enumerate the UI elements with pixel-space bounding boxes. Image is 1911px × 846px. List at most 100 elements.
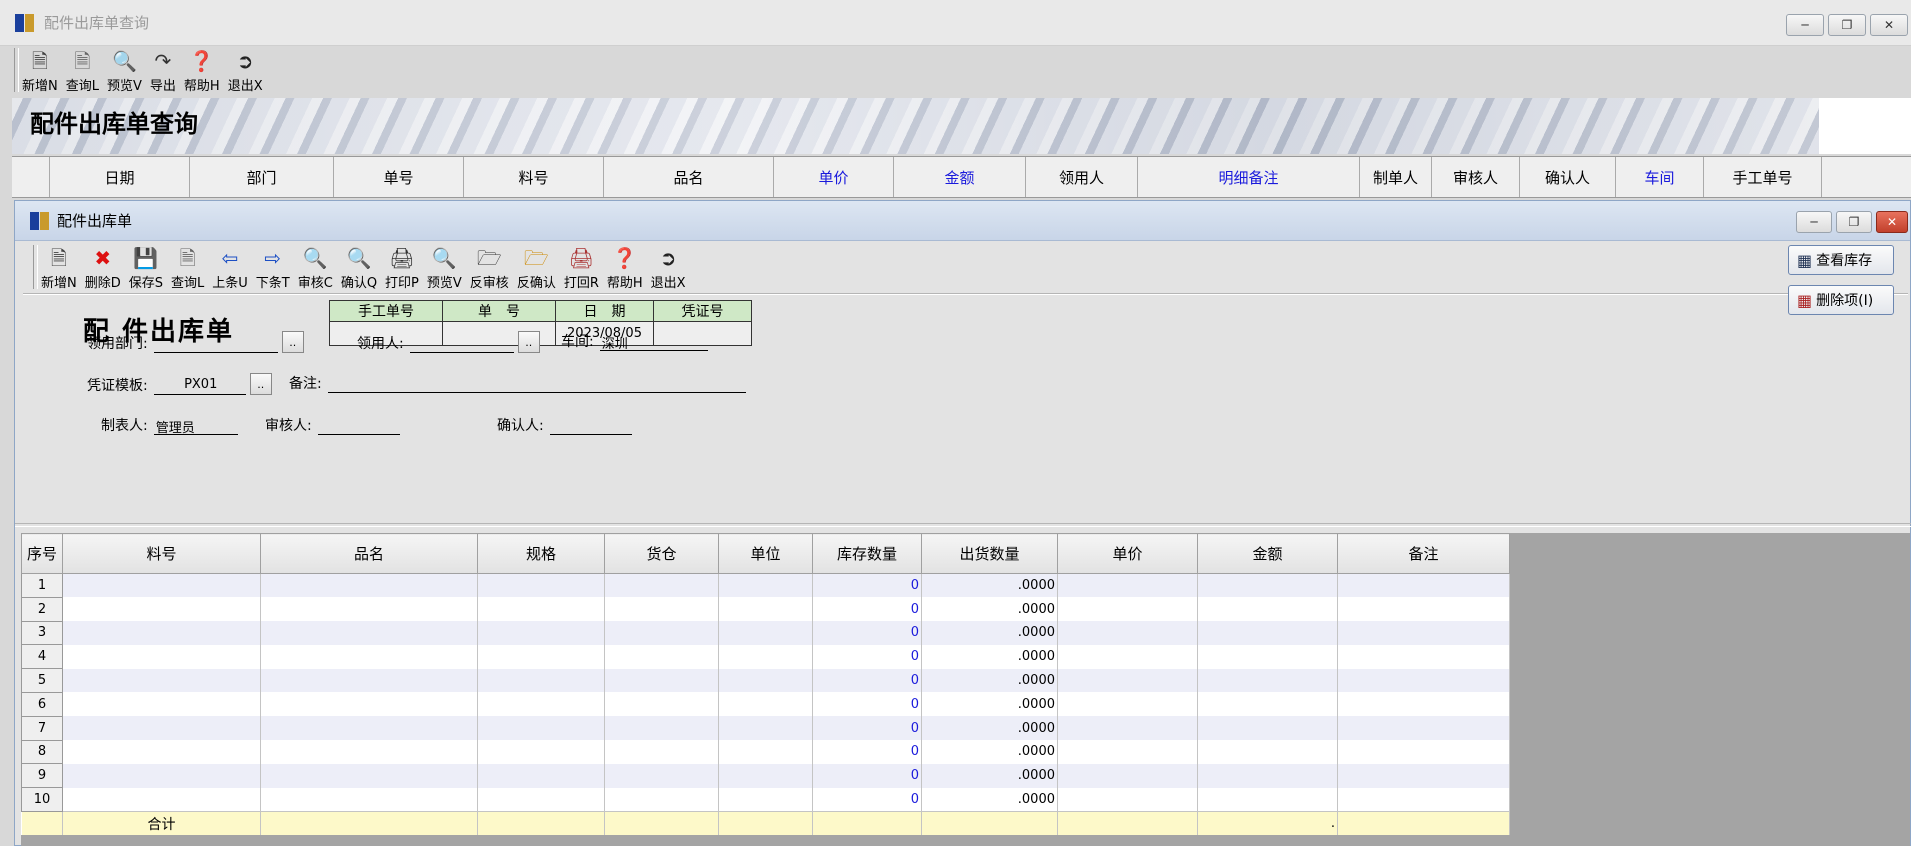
grid-row[interactable]: 3 0.0000 <box>21 620 1510 646</box>
inner-toolbar-button-11[interactable]: 🗁 反确认 <box>513 245 560 292</box>
dept-input[interactable] <box>153 335 278 353</box>
auditor-input[interactable] <box>317 417 400 435</box>
grid-cell[interactable] <box>1057 621 1198 645</box>
grid-cell[interactable] <box>477 716 605 741</box>
outer-column-header[interactable]: 部门 <box>190 157 334 197</box>
grid-cell[interactable] <box>260 597 478 622</box>
template-input[interactable]: PX01 <box>153 377 246 395</box>
grid-cell[interactable] <box>1057 573 1198 598</box>
grid-cell[interactable]: .0000 <box>921 716 1058 741</box>
grid-cell[interactable]: 0 <box>812 621 922 645</box>
grid-cell[interactable] <box>604 763 719 788</box>
grid-cell[interactable] <box>477 573 605 598</box>
grid-row[interactable]: 2 0.0000 <box>21 596 1510 622</box>
outer-toolbar-button-5[interactable]: ➲ 退出X <box>224 48 267 95</box>
grid-column-header[interactable]: 备注 <box>1337 533 1510 574</box>
grid-cell[interactable] <box>1197 787 1338 812</box>
grid-cell[interactable] <box>1337 621 1510 645</box>
grid-row[interactable]: 4 0.0000 <box>21 644 1510 670</box>
grid-cell[interactable] <box>1197 644 1338 669</box>
grid-cell[interactable] <box>62 716 261 741</box>
outer-column-header[interactable]: 车间 <box>1616 157 1704 197</box>
inner-restore-button[interactable]: ❐ <box>1836 211 1872 233</box>
grid-cell[interactable] <box>1337 692 1510 717</box>
grid-cell[interactable] <box>62 668 261 693</box>
grid-cell[interactable] <box>477 621 605 645</box>
grid-cell[interactable] <box>477 763 605 788</box>
grid-cell[interactable] <box>1197 740 1338 764</box>
outer-column-header[interactable]: 料号 <box>464 157 604 197</box>
grid-cell[interactable] <box>1057 692 1198 717</box>
grid-row[interactable]: 10 0.0000 <box>21 787 1510 812</box>
grid-row[interactable]: 7 0.0000 <box>21 715 1510 741</box>
outer-toolbar-button-4[interactable]: ❓ 帮助H <box>180 48 224 95</box>
outer-column-header[interactable]: 审核人 <box>1432 157 1520 197</box>
inner-toolbar-button-3[interactable]: 🗎 查询L <box>167 245 208 292</box>
grid-cell[interactable] <box>477 787 605 812</box>
inner-toolbar-button-14[interactable]: ➲ 退出X <box>647 245 690 292</box>
grid-cell[interactable] <box>604 787 719 812</box>
grid-cell[interactable] <box>604 644 719 669</box>
inner-toolbar-button-5[interactable]: ⇨ 下条T <box>252 245 294 292</box>
grid-cell[interactable] <box>62 573 261 598</box>
grid-cell[interactable] <box>1197 573 1338 598</box>
template-picker-button[interactable]: .. <box>249 373 272 395</box>
inner-toolbar-button-8[interactable]: 🖨 打印P <box>381 245 423 292</box>
grid-cell[interactable] <box>718 692 813 717</box>
outer-restore-button[interactable]: ❐ <box>1828 14 1866 36</box>
inner-toolbar-button-6[interactable]: 🔍 审核C <box>294 245 337 292</box>
grid-cell[interactable] <box>260 621 478 645</box>
outer-column-header[interactable]: 单号 <box>334 157 464 197</box>
grid-cell[interactable] <box>1057 644 1198 669</box>
grid-row[interactable]: 1 0.0000 <box>21 573 1510 598</box>
grid-cell[interactable]: 0 <box>812 597 922 622</box>
inner-toolbar-button-7[interactable]: 🔍 确认Q <box>337 245 381 292</box>
remark-input[interactable] <box>327 375 746 393</box>
outer-column-header[interactable]: 金额 <box>894 157 1026 197</box>
grid-cell[interactable]: .0000 <box>921 740 1058 764</box>
grid-cell[interactable] <box>1337 763 1510 788</box>
grid-cell[interactable] <box>62 787 261 812</box>
grid-cell[interactable] <box>604 740 719 764</box>
grid-cell[interactable] <box>1057 597 1198 622</box>
grid-column-header[interactable]: 库存数量 <box>812 533 922 574</box>
grid-cell[interactable] <box>604 573 719 598</box>
confirmer-input[interactable] <box>549 417 632 435</box>
grid-cell[interactable] <box>62 740 261 764</box>
grid-cell[interactable] <box>1197 597 1338 622</box>
grid-cell[interactable]: .0000 <box>921 787 1058 812</box>
inner-toolbar-button-2[interactable]: 💾 保存S <box>125 245 167 292</box>
grid-cell[interactable] <box>718 644 813 669</box>
grid-cell[interactable] <box>1197 621 1338 645</box>
grid-cell[interactable] <box>718 597 813 622</box>
grid-cell[interactable] <box>1057 740 1198 764</box>
grid-cell[interactable] <box>62 597 261 622</box>
grid-cell[interactable] <box>1057 668 1198 693</box>
grid-cell[interactable] <box>1197 692 1338 717</box>
outer-column-header[interactable]: 制单人 <box>1360 157 1432 197</box>
outer-close-button[interactable]: ✕ <box>1870 14 1908 36</box>
grid-row[interactable]: 6 0.0000 <box>21 691 1510 717</box>
grid-cell[interactable] <box>260 668 478 693</box>
outer-column-header[interactable]: 领用人 <box>1026 157 1138 197</box>
grid-column-header[interactable]: 序号 <box>21 533 63 574</box>
outer-column-header[interactable]: 品名 <box>604 157 774 197</box>
inner-toolbar-button-4[interactable]: ⇦ 上条U <box>208 245 252 292</box>
grid-cell[interactable] <box>260 644 478 669</box>
grid-cell[interactable] <box>260 692 478 717</box>
grid-cell[interactable] <box>260 573 478 598</box>
grid-row[interactable]: 9 0.0000 <box>21 763 1510 789</box>
inner-toolbar-button-0[interactable]: 🗎 新增N <box>37 245 81 292</box>
receiver-picker-button[interactable]: .. <box>517 331 540 353</box>
grid-cell[interactable]: .0000 <box>921 668 1058 693</box>
grid-cell[interactable]: .0000 <box>921 621 1058 645</box>
grid-cell[interactable] <box>1057 763 1198 788</box>
grid-cell[interactable] <box>718 740 813 764</box>
grid-cell[interactable] <box>260 740 478 764</box>
grid-cell[interactable] <box>718 621 813 645</box>
inner-toolbar-button-9[interactable]: 🔍 预览V <box>423 245 466 292</box>
grid-cell[interactable] <box>1337 573 1510 598</box>
grid-cell[interactable]: .0000 <box>921 644 1058 669</box>
grid-cell[interactable]: 0 <box>812 716 922 741</box>
inner-close-button[interactable]: ✕ <box>1876 211 1908 233</box>
